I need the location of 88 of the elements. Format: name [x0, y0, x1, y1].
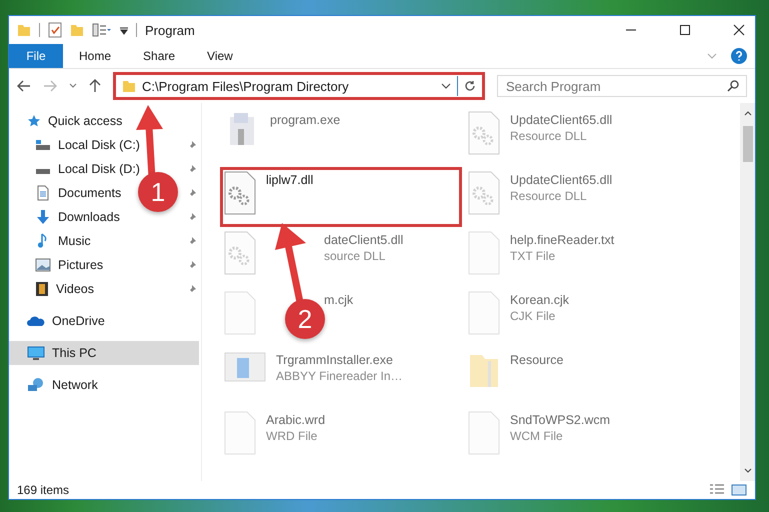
file-type: WRD File	[266, 429, 318, 443]
sidebar-item[interactable]: Videos	[9, 277, 100, 301]
ribbon-tab[interactable]: View	[191, 44, 249, 68]
search-icon	[727, 80, 739, 92]
file-icon	[468, 231, 500, 275]
file-item[interactable]: UpdateClient65.dll Resource DLL	[464, 107, 616, 167]
file-type: Resource DLL	[510, 189, 588, 203]
computer-icon	[27, 346, 45, 360]
file-name: program.exe	[270, 113, 340, 127]
folder-icon	[122, 79, 136, 93]
file-icon	[468, 411, 500, 455]
checklist-icon[interactable]	[48, 22, 62, 38]
item-count: 169 items	[17, 483, 70, 497]
address-bar[interactable]: C:\Program Files\Program Directory	[113, 72, 485, 100]
file-name: help.fineReader.txt	[510, 233, 614, 247]
dropdown-caret-icon[interactable]	[441, 83, 451, 89]
sidebar-item[interactable]: This PC	[9, 341, 199, 365]
gear-file-icon	[468, 171, 500, 215]
gear-file-icon	[224, 171, 256, 215]
properties-icon[interactable]	[92, 23, 112, 37]
file-icon	[224, 411, 256, 455]
window-title: Program	[145, 22, 195, 38]
address-path: C:\Program Files\Program Directory	[142, 78, 350, 94]
up-arrow-icon[interactable]	[89, 79, 101, 93]
file-item[interactable]: Resource	[464, 347, 568, 407]
file-icon	[224, 291, 256, 335]
download-icon	[35, 209, 51, 225]
sidebar-item[interactable]: Music	[9, 229, 97, 253]
scroll-up-icon[interactable]	[744, 111, 752, 116]
expand-ribbon-icon[interactable]	[707, 53, 717, 59]
scroll-down-icon[interactable]	[744, 468, 752, 473]
scrollbar[interactable]	[740, 103, 755, 481]
file-item[interactable]: UpdateClient65.dll Resource DLL	[464, 167, 616, 227]
cloud-icon	[27, 315, 45, 327]
sidebar-item[interactable]: Downloads	[9, 205, 126, 229]
sidebar-item[interactable]: Local Disk (C:)	[9, 133, 146, 157]
sidebar-item[interactable]: Pictures	[9, 253, 110, 277]
maximize-icon[interactable]	[679, 24, 691, 36]
file-type: ABBYY Finereader In…	[276, 369, 403, 383]
gear-file-icon	[468, 111, 500, 155]
picture-icon	[35, 258, 51, 272]
sidebar-item[interactable]: Quick access	[9, 109, 199, 133]
search-field[interactable]: Search Program	[497, 75, 747, 97]
file-name: liplw7.dll	[266, 173, 314, 187]
file-item[interactable]: help.fineReader.txt TXT File	[464, 227, 618, 287]
sidebar-item[interactable]: OneDrive	[9, 309, 199, 333]
file-item[interactable]: Arabic.wrd WRD File	[220, 407, 330, 467]
file-name: SndToWPS2.wcm	[510, 413, 610, 427]
file-name: Arabic.wrd	[266, 413, 326, 427]
sidebar-item[interactable]: Documents	[9, 181, 128, 205]
film-icon	[35, 281, 49, 297]
file-name: TrgrammInstaller.exe	[276, 353, 394, 367]
refresh-icon[interactable]	[464, 80, 476, 92]
file-name: Resource	[510, 353, 564, 367]
ribbon-tab[interactable]: Share	[127, 44, 192, 68]
close-icon[interactable]	[733, 24, 745, 36]
star-icon	[27, 114, 41, 128]
file-item[interactable]: Korean.cjk CJK File	[464, 287, 574, 347]
file-item[interactable]: TrgrammInstaller.exe ABBYY Finereader In…	[220, 347, 407, 407]
file-name: m.cjk	[324, 293, 354, 307]
recent-locations-icon[interactable]	[69, 83, 77, 89]
file-icon	[468, 291, 500, 335]
file-item[interactable]: liplw7.dll	[220, 167, 462, 227]
file-name: UpdateClient65.dll	[510, 173, 612, 187]
large-icons-view-icon[interactable]	[731, 484, 747, 496]
file-type: source DLL	[324, 249, 386, 263]
network-icon	[27, 377, 45, 393]
file-name: Korean.cjk	[510, 293, 570, 307]
file-name: UpdateClient65.dll	[510, 113, 612, 127]
file-type: WCM File	[510, 429, 564, 443]
file-menu-button[interactable]: File	[9, 44, 63, 68]
file-item[interactable]: program.exe	[220, 107, 344, 167]
file-type: TXT File	[510, 249, 556, 263]
ribbon-tab[interactable]: Home	[63, 44, 128, 68]
scrollbar-thumb[interactable]	[742, 126, 752, 162]
back-arrow-icon[interactable]	[17, 80, 31, 92]
gear-file-icon	[224, 231, 256, 275]
document-icon	[35, 185, 51, 201]
details-view-icon[interactable]	[709, 484, 725, 496]
file-item[interactable]: SndToWPS2.wcm WCM File	[464, 407, 614, 467]
customize-dropdown-icon[interactable]	[120, 25, 128, 35]
sidebar-item[interactable]: Network	[9, 373, 199, 397]
file-type: Resource DLL	[510, 129, 588, 143]
file-type: CJK File	[510, 309, 556, 323]
installer-icon	[224, 351, 266, 383]
file-name: dateClient5.dll	[324, 233, 404, 247]
help-icon[interactable]	[731, 48, 747, 64]
drive-icon	[35, 139, 51, 151]
